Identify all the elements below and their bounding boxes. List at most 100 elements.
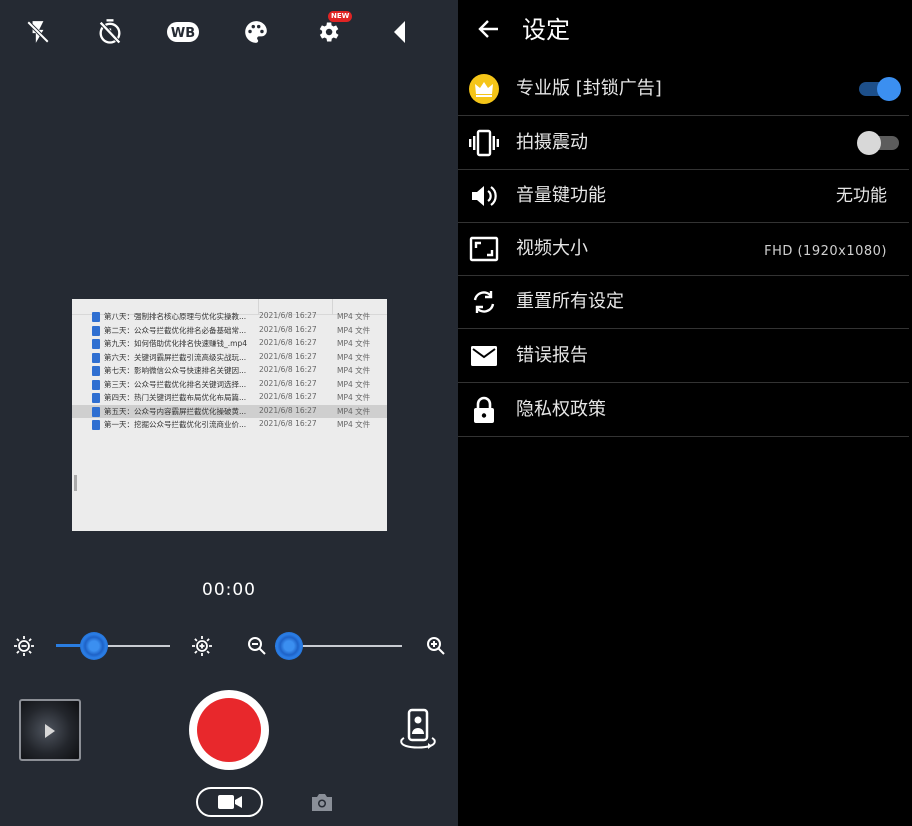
pro-toggle[interactable] — [857, 76, 903, 102]
volume-icon — [468, 180, 500, 212]
file-icon — [92, 406, 100, 417]
file-icon — [92, 379, 100, 390]
file-date: 2021/6/8 16:27 — [259, 338, 317, 347]
file-name: 第一天：挖掘公众号拦截优化引流商业价... — [104, 420, 247, 429]
file-icon — [92, 366, 100, 376]
setting-volume-key[interactable]: 音量键功能 无功能 — [458, 169, 909, 223]
setting-label: 错误报告 — [516, 345, 588, 366]
settings-panel: 设定 专业版 [封锁广告] 拍摄震动 音量键功能 无功能 视频大小 FHD (1… — [458, 0, 912, 826]
zoom-slider-knob[interactable] — [275, 632, 303, 660]
file-date: 2021/6/8 16:27 — [259, 392, 317, 401]
preview-file-row: 第二天：公众号拦截优化排名必备基础常... 2021/6/8 16:27 MP4 文… — [72, 324, 387, 338]
file-icon — [92, 325, 100, 336]
vibrate-icon — [468, 127, 500, 159]
setting-bug-report[interactable]: 错误报告 — [458, 329, 909, 383]
preview-file-row: 第七天：影响微信公众号快速排名关键因... 2021/6/8 16:27 MP4 文… — [72, 364, 387, 378]
setting-privacy-policy[interactable]: 隐私权政策 — [458, 383, 909, 437]
file-name: 第五天：公众号内容霸屏拦截优化操破黄... — [104, 406, 247, 416]
file-icon — [92, 312, 100, 322]
file-date: 2021/6/8 16:27 — [259, 419, 317, 428]
camera-panel: WB NEW 第八天：强制排名核心原理与优化实操教... 2021/6/8 16:… — [0, 0, 458, 826]
video-size-icon — [468, 233, 500, 265]
exposure-slider-knob[interactable] — [79, 632, 108, 660]
file-type: MP4 文件 — [337, 379, 371, 389]
preview-file-row: 第四天：热门关键词拦截布局优化布局篇... 2021/6/8 16:27 MP4 文… — [72, 391, 387, 405]
camera-top-toolbar: WB NEW — [0, 0, 458, 66]
svg-text:WB: WB — [171, 26, 195, 41]
record-button[interactable] — [189, 690, 269, 770]
file-type: MP4 文件 — [337, 366, 371, 375]
setting-label: 拍摄震动 — [516, 132, 588, 153]
filter-palette-icon[interactable] — [238, 14, 274, 50]
preview-scroll-mark — [74, 475, 77, 491]
file-date: 2021/6/8 16:27 — [259, 311, 317, 320]
collapse-arrow-icon[interactable] — [382, 14, 418, 50]
gallery-thumbnail[interactable] — [19, 699, 81, 761]
setting-value: FHD (1920x1080) — [764, 244, 887, 259]
preview-file-row: 第六天：关键词霸屏拦截引流高级实战玩... 2021/6/8 16:27 MP4 文… — [72, 351, 387, 365]
self-timer-icon[interactable] — [92, 14, 128, 50]
camera-preview[interactable]: 第八天：强制排名核心原理与优化实操教... 2021/6/8 16:27 MP4 文… — [72, 299, 387, 531]
preview-file-row: 第三天：公众号拦截优化排名关键词选择... 2021/6/8 16:27 MP4 文… — [72, 378, 387, 392]
file-name: 第七天：影响微信公众号快速排名关键因... — [104, 366, 247, 375]
zoom-in-icon[interactable] — [425, 635, 447, 657]
setting-shutter-vibrate[interactable]: 拍摄震动 — [458, 116, 909, 170]
settings-gear-icon[interactable]: NEW — [310, 11, 353, 50]
file-type: MP4 文件 — [337, 325, 371, 335]
file-date: 2021/6/8 16:27 — [259, 324, 317, 334]
setting-label: 隐私权政策 — [516, 399, 606, 420]
preview-file-row: 第五天：公众号内容霸屏拦截优化操破黄... 2021/6/8 16:27 MP4 文… — [72, 404, 387, 418]
reset-icon — [468, 286, 500, 318]
vibrate-toggle[interactable] — [857, 130, 903, 156]
page-title: 设定 — [522, 16, 570, 44]
camera-sliders — [0, 628, 458, 664]
record-button-inner — [197, 698, 261, 762]
settings-header: 设定 — [458, 0, 912, 62]
zoom-out-icon[interactable] — [246, 635, 268, 657]
brightness-high-icon[interactable] — [191, 635, 213, 657]
file-name: 第二天：公众号拦截优化排名必备基础常... — [104, 325, 247, 335]
file-icon — [92, 420, 100, 430]
switch-camera-icon[interactable] — [398, 708, 438, 752]
setting-label: 音量键功能 — [516, 185, 606, 206]
file-icon — [92, 393, 100, 403]
setting-value: 无功能 — [836, 186, 887, 206]
brightness-low-icon[interactable] — [13, 635, 35, 657]
video-mode-button[interactable] — [196, 787, 263, 817]
file-type: MP4 文件 — [337, 420, 371, 429]
file-name: 第八天：强制排名核心原理与优化实操教... — [104, 312, 247, 321]
photo-mode-button[interactable] — [309, 790, 335, 814]
preview-file-list: 第八天：强制排名核心原理与优化实操教... 2021/6/8 16:27 MP4 文… — [72, 310, 387, 432]
file-name: 第四天：热门关键词拦截布局优化布局篇... — [104, 393, 247, 402]
file-date: 2021/6/8 16:27 — [259, 351, 317, 361]
preview-file-row: 第九天：如何借助优化排名快速赚钱_.mp4 2021/6/8 16:27 MP4 文… — [72, 337, 387, 351]
mail-icon — [468, 340, 500, 372]
white-balance-icon[interactable]: WB — [165, 14, 201, 50]
preview-file-row: 第八天：强制排名核心原理与优化实操教... 2021/6/8 16:27 MP4 文… — [72, 310, 387, 324]
file-date: 2021/6/8 16:27 — [259, 365, 317, 374]
file-icon — [92, 339, 100, 349]
file-name: 第三天：公众号拦截优化排名关键词选择... — [104, 379, 247, 389]
file-type: MP4 文件 — [337, 312, 371, 321]
setting-video-size[interactable]: 视频大小 FHD (1920x1080) — [458, 222, 909, 276]
back-arrow-icon[interactable] — [474, 14, 504, 44]
file-date: 2021/6/8 16:27 — [259, 405, 317, 415]
file-type: MP4 文件 — [337, 339, 371, 348]
file-name: 第六天：关键词霸屏拦截引流高级实战玩... — [104, 352, 247, 362]
file-type: MP4 文件 — [337, 352, 371, 362]
crown-icon — [468, 73, 500, 105]
video-camera-icon — [217, 795, 242, 809]
record-timer: 00:00 — [202, 580, 256, 600]
new-badge: NEW — [328, 11, 353, 22]
screen: WB NEW 第八天：强制排名核心原理与优化实操教... 2021/6/8 16:… — [0, 0, 912, 826]
file-type: MP4 文件 — [337, 393, 371, 402]
setting-pro-version[interactable]: 专业版 [封锁广告] — [458, 62, 909, 116]
setting-label: 专业版 [封锁广告] — [516, 78, 662, 99]
file-type: MP4 文件 — [337, 406, 371, 416]
flash-off-icon[interactable] — [20, 14, 56, 50]
preview-file-row: 第一天：挖掘公众号拦截优化引流商业价... 2021/6/8 16:27 MP4 文… — [72, 418, 387, 432]
setting-reset-all[interactable]: 重置所有设定 — [458, 275, 909, 329]
camera-icon — [312, 794, 332, 811]
lock-icon — [468, 394, 500, 426]
file-icon — [92, 352, 100, 363]
